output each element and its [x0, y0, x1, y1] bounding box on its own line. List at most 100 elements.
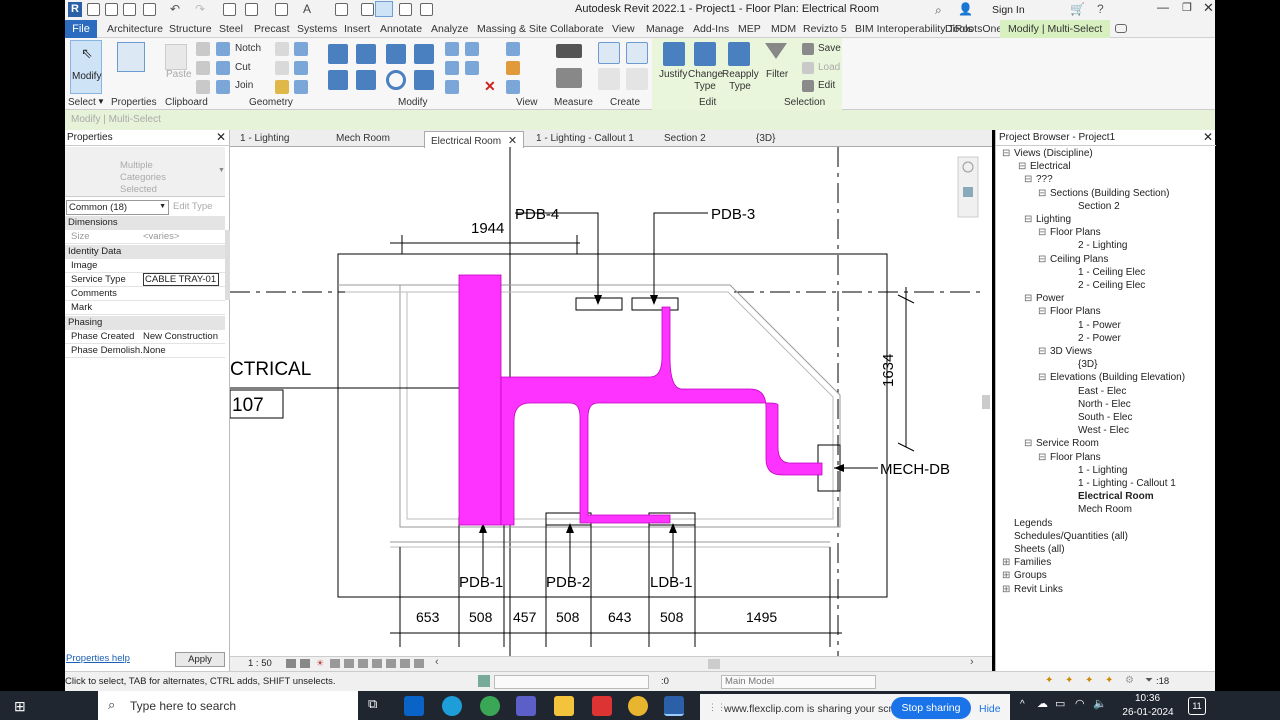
clock-time[interactable]: 10:36: [1125, 693, 1170, 704]
browser-node[interactable]: Sheets (all): [1014, 544, 1065, 555]
edit-selection-button[interactable]: Edit: [818, 80, 835, 91]
tab-modify-multi-select[interactable]: Modify | Multi-Select: [1000, 20, 1111, 38]
browser-node[interactable]: 2 - Ceiling Elec: [1078, 280, 1145, 291]
properties-help-link[interactable]: Properties help: [66, 653, 130, 664]
scale-icon[interactable]: [445, 80, 459, 94]
save-selection-icon[interactable]: [802, 43, 814, 55]
browser-node[interactable]: ⊟ Floor Plans: [1038, 227, 1101, 238]
save-icon[interactable]: [105, 3, 118, 16]
browser-node[interactable]: ⊟???: [1024, 174, 1053, 185]
search-icon[interactable]: ⌕: [935, 3, 942, 18]
battery-icon[interactable]: ▭: [1055, 697, 1065, 710]
speaker-icon[interactable]: 🔈: [1093, 697, 1107, 710]
load-selection-icon[interactable]: [802, 62, 814, 74]
tab-mech-room[interactable]: Mech Room: [330, 131, 396, 147]
browser-node[interactable]: ⊟ Ceiling Plans: [1038, 254, 1108, 265]
browser-node[interactable]: Schedules/Quantities (all): [1014, 531, 1128, 542]
browser-node[interactable]: West - Elec: [1078, 425, 1129, 436]
browser-node[interactable]: ⊞ Groups: [1002, 570, 1047, 581]
browser-node[interactable]: 2 - Power: [1078, 333, 1121, 344]
group-phasing[interactable]: Phasing: [65, 316, 225, 330]
browser-node[interactable]: ⊟ 3D Views: [1038, 346, 1092, 357]
tab-electrical-room[interactable]: Electrical Room ✕: [424, 131, 525, 148]
cloud-icon[interactable]: ☁: [1037, 697, 1048, 710]
remove-paint-icon[interactable]: [294, 61, 308, 75]
create-group-icon[interactable]: [598, 68, 620, 90]
justify-icon[interactable]: [663, 42, 685, 66]
restore-icon[interactable]: ❐: [1182, 1, 1192, 14]
override-graphics-icon[interactable]: [506, 42, 520, 56]
prop-row-mark[interactable]: Mark: [65, 301, 225, 315]
select-dropdown[interactable]: Select: [68, 97, 96, 108]
split-face-icon[interactable]: [275, 42, 289, 56]
change-type-icon[interactable]: [694, 42, 716, 66]
clock-date[interactable]: 26-01-2024: [1122, 707, 1174, 718]
stop-sharing-button[interactable]: Stop sharing: [891, 697, 971, 719]
show-crop-icon[interactable]: [358, 659, 368, 668]
browser-node[interactable]: Section 2: [1078, 201, 1120, 212]
annotate-icon[interactable]: [275, 3, 288, 16]
scroll-left-icon[interactable]: ‹: [435, 656, 439, 668]
demolish-icon[interactable]: [275, 80, 289, 94]
delete-icon[interactable]: ✕: [484, 78, 496, 95]
mirror-draw-icon[interactable]: [414, 44, 434, 64]
browser-node[interactable]: ⊟ Power: [1024, 293, 1064, 304]
browser-node[interactable]: ⊟ Sections (Building Section): [1038, 188, 1170, 199]
collapse-icon[interactable]: ⊟: [1038, 254, 1046, 265]
browser-node[interactable]: ⊟ Lighting: [1024, 214, 1071, 225]
cope-icon[interactable]: [294, 80, 308, 94]
minimize-icon[interactable]: —: [1157, 0, 1169, 14]
tab-structure[interactable]: Structure: [169, 23, 212, 35]
trim-extend-icon[interactable]: [414, 70, 434, 90]
redo-icon[interactable]: ↷: [195, 2, 205, 16]
copy-element-icon[interactable]: [356, 70, 376, 90]
tab-revizto[interactable]: Revizto 5: [803, 23, 847, 35]
close-hidden-icon[interactable]: [399, 3, 412, 16]
edit-selection-icon[interactable]: [802, 80, 814, 92]
rotate-icon[interactable]: [386, 70, 406, 90]
notification-icon[interactable]: 11: [1188, 697, 1206, 715]
array-icon[interactable]: [445, 61, 459, 75]
help-icon[interactable]: ?: [1097, 2, 1104, 16]
reveal-hidden-icon[interactable]: [400, 659, 410, 668]
browser-node[interactable]: 1 - Lighting: [1078, 465, 1127, 476]
file-explorer-icon[interactable]: [554, 696, 574, 716]
paste-button[interactable]: Paste: [166, 69, 192, 80]
tab-section-2[interactable]: Section 2: [658, 131, 712, 147]
select-by-face-icon[interactable]: ✦: [1105, 675, 1113, 686]
cut-geometry-icon[interactable]: [216, 61, 230, 75]
group-dimensions[interactable]: Dimensions: [65, 216, 225, 230]
prop-row-phase-demolished[interactable]: Phase Demolish... None: [65, 344, 225, 358]
scale-dropdown[interactable]: 1 : 50: [248, 658, 272, 669]
collapse-icon[interactable]: ⊟: [1002, 148, 1010, 159]
properties-button[interactable]: Properties: [111, 97, 157, 108]
select-links-icon[interactable]: ✦: [1045, 675, 1053, 686]
reapply-type-button[interactable]: Reapply Type: [722, 69, 759, 93]
collapse-icon[interactable]: ⊟: [1038, 188, 1046, 199]
tray-chevron-icon[interactable]: ^: [1020, 699, 1025, 710]
collapse-icon[interactable]: ⊟: [1024, 438, 1032, 449]
revit-taskbar-icon[interactable]: [664, 696, 684, 716]
select-pinned-icon[interactable]: ✦: [1085, 675, 1093, 686]
tab-lighting-callout[interactable]: 1 - Lighting - Callout 1: [530, 131, 640, 147]
cable-tray[interactable]: [458, 274, 823, 526]
modify-button[interactable]: ⇖ Modify: [70, 40, 102, 94]
temp-hide-icon[interactable]: [386, 659, 396, 668]
browser-node[interactable]: ⊟ Service Room: [1024, 438, 1099, 449]
create-parts-icon[interactable]: [626, 42, 648, 64]
text-tool-icon[interactable]: A: [303, 2, 311, 16]
edit-type-button[interactable]: Edit Type: [173, 201, 212, 212]
edge-icon[interactable]: [442, 696, 462, 716]
justify-button[interactable]: Justify: [659, 69, 687, 80]
browser-node[interactable]: ⊟ Elevations (Building Elevation): [1038, 372, 1185, 383]
revit-app-icon[interactable]: R: [68, 2, 82, 17]
tab-precast[interactable]: Precast: [254, 23, 290, 35]
horizontal-scrollbar-thumb[interactable]: [708, 659, 720, 669]
tab-mep[interactable]: MEP: [738, 23, 761, 35]
collapse-icon[interactable]: ⊟: [1024, 293, 1032, 304]
hide-button[interactable]: Hide: [979, 703, 1001, 715]
linework-icon[interactable]: [506, 80, 520, 94]
split-element-icon[interactable]: [445, 42, 459, 56]
collapse-icon[interactable]: ⊟: [1024, 214, 1032, 225]
collapse-icon[interactable]: ⊟: [1018, 161, 1026, 172]
